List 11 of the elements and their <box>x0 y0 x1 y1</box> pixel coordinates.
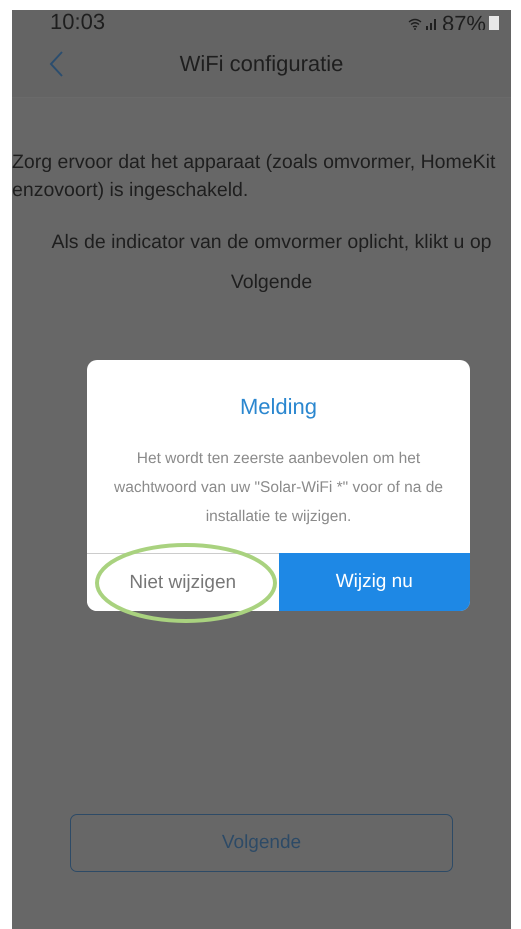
instruction-text: Als de indicator van de omvormer oplicht, klikt u op Volgende <box>50 230 493 295</box>
cancel-button[interactable]: Niet wijzigen <box>87 553 278 611</box>
intro-text: Zorg ervoor dat het apparaat (zoals omvormer, HomeKit enzovoort) is ingeschakeld. <box>12 150 496 203</box>
screen-title: WiFi configuratie <box>180 50 344 76</box>
signal-icon <box>424 18 439 30</box>
confirm-button[interactable]: Wijzig nu <box>278 553 470 611</box>
status-time: 10:03 <box>50 14 106 28</box>
wifi-icon <box>408 18 422 30</box>
battery-icon <box>489 16 499 30</box>
dialog-message: Het wordt ten zeerste aanbevolen om het wachtwoord van uw "Solar-WiFi *" voor of na de installatie te wijzigen. <box>113 449 444 527</box>
dialog-title: Melding <box>238 394 318 420</box>
